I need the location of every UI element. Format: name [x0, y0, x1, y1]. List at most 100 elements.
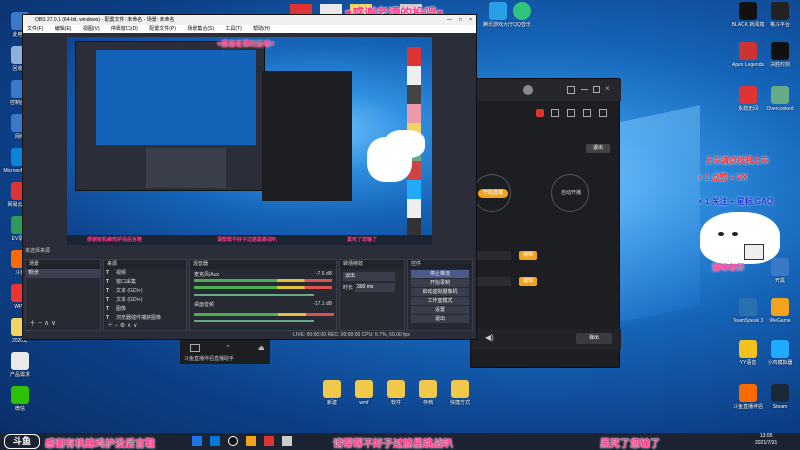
menu-docks[interactable]: 停靠窗口(D): [111, 26, 138, 32]
desktop-icon[interactable]: 小鸡模拟器: [760, 340, 800, 366]
no-source-label: 未选择来源: [25, 248, 51, 254]
duration-input[interactable]: 300 ms: [355, 283, 395, 292]
taskbar-app-icon[interactable]: [210, 436, 220, 446]
minimize-icon[interactable]: [581, 89, 588, 90]
preview-nested-helper: [262, 71, 352, 201]
menu-file[interactable]: 文件(F): [27, 26, 43, 32]
mixer-track-db: -17.1 dB: [313, 301, 332, 307]
auto-stream-circle[interactable]: 自动开播: [551, 174, 589, 212]
source-toolbar[interactable]: ＋ − ⚙ ∧ ∨: [107, 320, 137, 329]
edit-button-2[interactable]: 编辑: [519, 277, 537, 286]
desktop-icon[interactable]: 产品需求: [0, 352, 40, 378]
exit-button[interactable]: 退出: [411, 315, 469, 323]
taskbar-app-icon[interactable]: [246, 436, 256, 446]
app-icon: [739, 298, 757, 316]
preview-taskbar: 感谢有机蜂鸡护没后言鞋 请帮帮不好子过掳星跳战叭 黑死了您输了: [67, 235, 432, 245]
mixer-track-name: 麦克风/Aux: [194, 272, 220, 278]
gift-icon[interactable]: [536, 109, 544, 117]
scenes-header: 场景: [26, 260, 100, 269]
lock-icon[interactable]: [551, 109, 559, 117]
source-item[interactable]: 图像: [104, 305, 186, 314]
source-item[interactable]: 文本 (GDI+): [104, 287, 186, 296]
obs-menubar: 文件(F) 编辑(E) 视图(V) 停靠窗口(D) 配置文件(P) 场景集合(S…: [23, 25, 476, 33]
popup-button[interactable]: 弹出: [576, 333, 612, 344]
scene-item[interactable]: 场景: [26, 269, 100, 278]
menu-tools[interactable]: 工具(T): [225, 26, 241, 32]
close-icon[interactable]: ×: [605, 84, 610, 93]
maximize-icon[interactable]: [593, 86, 600, 93]
source-item[interactable]: 视频: [104, 269, 186, 278]
folder-icon: [323, 380, 341, 398]
obs-taskbar-icon[interactable]: [228, 436, 238, 446]
source-item[interactable]: 文本 (GDI+): [104, 296, 186, 305]
row-2-input[interactable]: [471, 277, 511, 286]
desktop-icon-label: 小鸡模拟器: [767, 360, 793, 366]
start-stream-circle[interactable]: 开始直播: [473, 174, 511, 212]
app-icon: [739, 86, 757, 104]
mini-up-icon[interactable]: ⌃: [225, 344, 231, 352]
desktop-icon-label: 格斗平台: [769, 22, 790, 28]
desktop-icon[interactable]: Overcooked: [760, 86, 800, 112]
menu-view[interactable]: 视图(V): [83, 26, 100, 32]
start-stream-label: 开始直播: [478, 189, 508, 198]
douyu-logo: 斗鱼: [4, 434, 40, 449]
mini-share-icon[interactable]: ⏏: [258, 344, 265, 352]
clock-date: 2021/7/31: [755, 440, 778, 446]
stream-helper-titlebar: ×: [471, 79, 621, 101]
desktop-icon-qq-music[interactable]: QQ音乐: [502, 2, 542, 28]
row-1-input[interactable]: [471, 251, 511, 260]
mixer-dock: 混音器 麦克风/Aux -7.6 dB 桌面音频 -17.1 dB: [189, 259, 337, 331]
app-icon: [739, 2, 757, 20]
taskbar-app-icon[interactable]: [282, 436, 292, 446]
bell-icon[interactable]: [599, 109, 607, 117]
clock[interactable]: 13:05 2021/7/31: [755, 433, 777, 447]
menu-help[interactable]: 帮助(H): [253, 26, 270, 32]
mini-icon[interactable]: [190, 344, 200, 352]
desktop-icon-label: 产品需求: [9, 372, 30, 378]
cat-eye: [718, 232, 724, 236]
duration-label: 时长: [343, 285, 354, 291]
desktop-icon[interactable]: WeGame: [760, 298, 800, 324]
desktop-icon[interactable]: 开黑: [760, 258, 800, 284]
volume-icon[interactable]: ◀): [485, 333, 494, 342]
studio-mode-button[interactable]: 工作室模式: [411, 297, 469, 305]
maximize-button[interactable]: □: [459, 15, 462, 25]
stop-streaming-button[interactable]: 停止推流: [411, 270, 469, 278]
desktop-icon-label: 开黑: [774, 278, 785, 284]
start-recording-button[interactable]: 开始录制: [411, 279, 469, 287]
menu-icon[interactable]: [567, 86, 575, 94]
share-icon[interactable]: [583, 109, 591, 117]
edit-button-1[interactable]: 编辑: [519, 251, 537, 260]
menu-profile[interactable]: 配置文件(P): [149, 26, 176, 32]
obs-title: OBS 27.0.1 (64-bit, windows) - 配置文件: 未命名…: [35, 17, 175, 23]
desktop-icon[interactable]: Steam: [760, 384, 800, 410]
exit-button[interactable]: 退出: [586, 144, 610, 153]
virtual-camera-button[interactable]: 启动虚拟摄像机: [411, 288, 469, 296]
close-button[interactable]: ×: [469, 15, 472, 25]
mixer-volume-slider[interactable]: [194, 320, 314, 322]
mixer-volume-slider[interactable]: [194, 294, 314, 296]
cat-sticker-small: [385, 130, 425, 158]
scene-toolbar[interactable]: ＋ − ∧ ∨: [29, 318, 56, 328]
source-item[interactable]: 窗口采集: [104, 278, 186, 287]
taskbar-app-icon[interactable]: [264, 436, 274, 446]
taskbar-app-icon[interactable]: [192, 436, 202, 446]
settings-button[interactable]: 设置: [411, 306, 469, 314]
menu-edit[interactable]: 编辑(E): [55, 26, 72, 32]
folder-icon: [451, 380, 469, 398]
desktop-icon[interactable]: 格斗平台: [760, 2, 800, 28]
menu-scene-collection[interactable]: 场景集合(S): [187, 26, 214, 32]
desktop-icon-label: 快捷方式: [449, 400, 470, 406]
desktop-icon[interactable]: 微信: [0, 386, 40, 412]
qq-music-icon: [513, 2, 531, 20]
avatar[interactable]: [523, 85, 533, 95]
minimize-button[interactable]: —: [447, 15, 452, 25]
obs-preview[interactable]: ♥感谢老谭的投喂♥ 感谢有机蜂鸡护没后言鞋 请帮帮不好子过掳星跳战叭 黑死了您输…: [67, 37, 432, 245]
desktop-folder[interactable]: 快捷方式: [440, 380, 480, 406]
mixer-header: 混音器: [190, 260, 336, 269]
settings-icon[interactable]: [567, 109, 575, 117]
transition-select[interactable]: 淡出: [343, 272, 395, 281]
cat-label: 猫咪老师: [712, 263, 744, 272]
desktop-icon[interactable]: 决胜时刻: [760, 42, 800, 68]
controls-header: 控件: [408, 260, 472, 269]
